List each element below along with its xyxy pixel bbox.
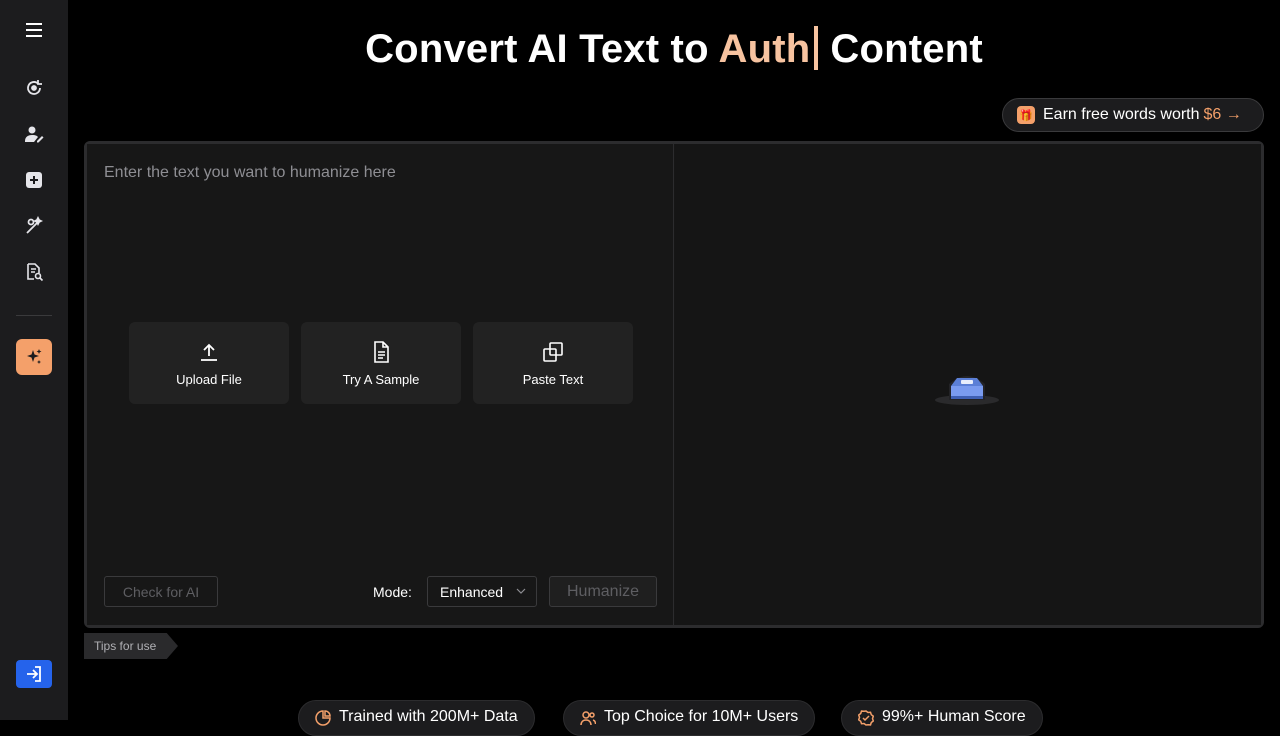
sidebar <box>0 0 68 720</box>
badge-human-score: 99%+ Human Score <box>841 700 1043 736</box>
upload-file-label: Upload File <box>176 371 242 387</box>
sidebar-item-rewriter[interactable] <box>16 116 52 152</box>
badge-trained-label: Trained with 200M+ Data <box>339 708 518 725</box>
empty-inbox-icon <box>935 376 999 405</box>
tips-for-use-tab[interactable]: Tips for use <box>84 633 178 659</box>
humanize-button[interactable]: Humanize <box>549 576 657 607</box>
typing-caret <box>814 26 819 70</box>
verified-badge-icon <box>858 710 874 726</box>
title-trailing: Content <box>830 27 983 71</box>
chevron-down-icon <box>516 588 526 594</box>
try-sample-label: Try A Sample <box>342 371 420 387</box>
input-pane[interactable]: Enter the text you want to humanize here… <box>87 144 674 625</box>
menu-button[interactable] <box>16 12 52 48</box>
copy-icon <box>543 341 563 362</box>
sidebar-item-humanizer[interactable] <box>16 70 52 106</box>
badge-human-score-label: 99%+ Human Score <box>882 708 1026 725</box>
upload-file-button[interactable]: Upload File <box>129 322 289 404</box>
login-button[interactable] <box>16 660 52 688</box>
gift-icon: 🎁 <box>1017 106 1035 124</box>
pie-chart-icon <box>315 710 331 726</box>
badge-trained: Trained with 200M+ Data <box>298 700 535 736</box>
paste-text-label: Paste Text <box>522 371 584 387</box>
sidebar-item-tools[interactable] <box>16 208 52 244</box>
mode-select[interactable]: Enhanced <box>427 576 537 607</box>
badge-top-choice-label: Top Choice for 10M+ Users <box>604 708 799 725</box>
mode-value: Enhanced <box>440 583 504 600</box>
try-sample-button[interactable]: Try A Sample <box>301 322 461 404</box>
output-pane <box>675 144 1261 625</box>
title-typed-word: Auth <box>718 27 811 71</box>
refresh-eye-icon <box>27 80 42 95</box>
login-icon <box>27 666 41 682</box>
upload-icon <box>201 343 217 361</box>
sidebar-divider <box>16 315 52 316</box>
plus-square-icon <box>26 172 42 188</box>
earn-label: Earn free words worth <box>1043 106 1200 123</box>
sidebar-item-detector[interactable] <box>16 254 52 290</box>
page-title: Convert AI Text to Auth Content <box>68 26 1280 72</box>
check-for-ai-button[interactable]: Check for AI <box>104 576 218 607</box>
menu-icon <box>26 23 42 37</box>
mode-label: Mode: <box>373 584 412 600</box>
title-static: Convert AI Text to <box>365 27 719 71</box>
users-icon <box>580 711 596 726</box>
document-icon <box>374 340 389 363</box>
earn-words-button[interactable]: 🎁 Earn free words worth $6 → <box>1002 98 1264 132</box>
doc-search-icon <box>27 263 44 282</box>
user-edit-icon <box>25 126 44 143</box>
magic-wand-icon <box>26 216 44 234</box>
sidebar-item-new[interactable] <box>16 162 52 198</box>
input-placeholder[interactable]: Enter the text you want to humanize here <box>104 164 396 182</box>
earn-amount: $6 → <box>1203 106 1242 123</box>
badge-top-choice: Top Choice for 10M+ Users <box>563 700 816 736</box>
humanizer-panel: Enter the text you want to humanize here… <box>84 141 1264 628</box>
sidebar-item-premium[interactable] <box>16 339 52 375</box>
paste-text-button[interactable]: Paste Text <box>473 322 633 404</box>
sparkles-icon <box>27 349 42 364</box>
